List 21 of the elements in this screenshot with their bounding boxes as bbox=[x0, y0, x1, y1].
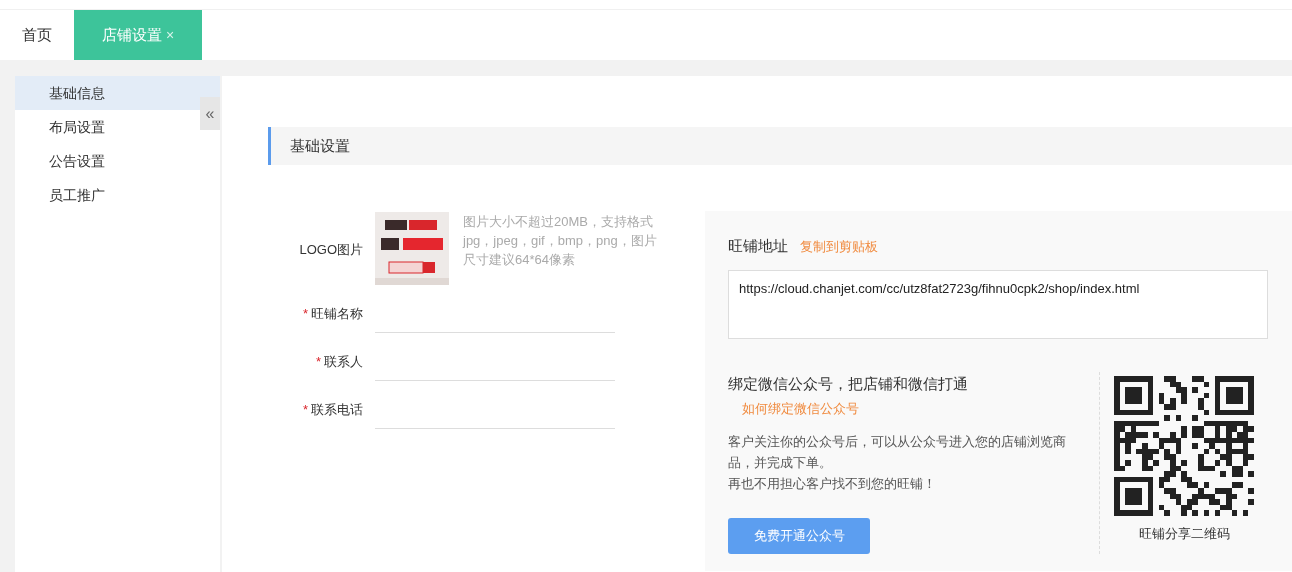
field-label: 联系电话 bbox=[311, 400, 363, 419]
sidebar-item[interactable]: 员工推广 bbox=[15, 178, 200, 212]
field-label: 旺铺名称 bbox=[311, 304, 363, 323]
field-label: LOGO图片 bbox=[298, 241, 364, 259]
description-text: 客户关注你的公众号后，可以从公众号进入您的店铺浏览商品，并完成下单。 bbox=[728, 432, 1067, 472]
field-label: 联系人 bbox=[324, 352, 363, 371]
required-mark: * bbox=[302, 304, 308, 323]
section-header: 基础设置 bbox=[268, 127, 1292, 165]
sidebar-item[interactable]: 基础信息 bbox=[15, 76, 220, 110]
required-mark: * bbox=[302, 400, 308, 419]
collapse-button[interactable]: « bbox=[200, 97, 220, 130]
description-text: 再也不用担心客户找不到您的旺铺！ bbox=[728, 474, 937, 493]
logo-hint: 图片大小不超过20MB，支持格式jpg，jpeg，gif，bmp，png，图片尺寸建议64*64像素 bbox=[463, 213, 658, 269]
address-label: 旺铺地址 bbox=[728, 236, 788, 256]
required-mark: * bbox=[315, 352, 321, 371]
url-field[interactable]: https://cloud.chanjet.com/cc/utz8fat2723g/fihnu0cpk2/shop/index.html bbox=[728, 269, 1268, 339]
tab[interactable]: 首页 bbox=[0, 10, 74, 60]
wechat-title: 绑定微信公众号，把店铺和微信打通 bbox=[728, 374, 968, 392]
sidebar-item[interactable]: 布局设置 bbox=[15, 110, 200, 144]
qr-caption: 旺铺分享二维码 bbox=[1138, 524, 1230, 543]
sidebar-item[interactable]: 公告设置 bbox=[15, 144, 200, 178]
